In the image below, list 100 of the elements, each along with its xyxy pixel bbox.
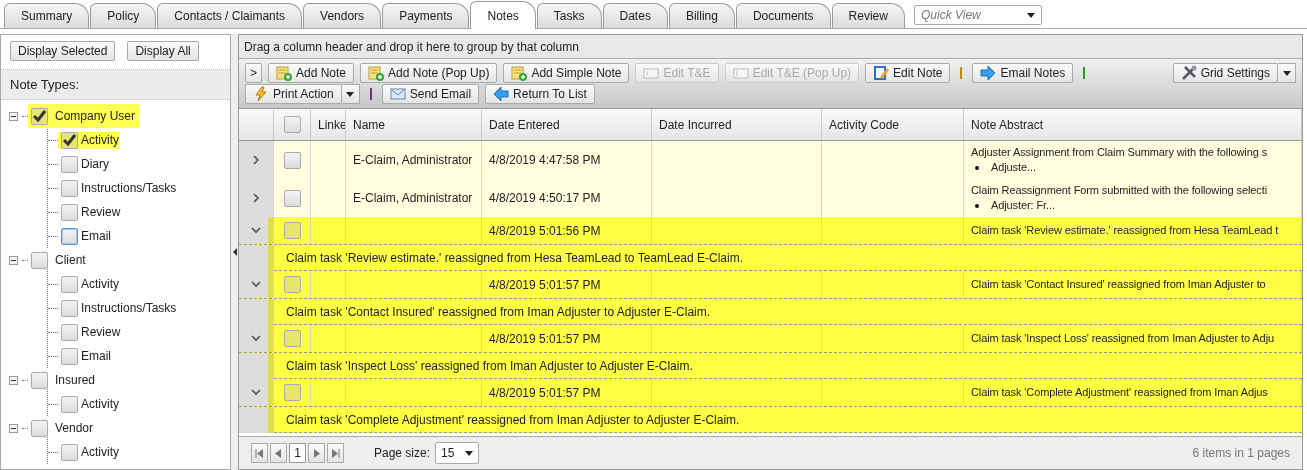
tree-item[interactable]: Activity [81,277,119,291]
page-size-dropdown[interactable]: 15 [435,442,480,464]
collapse-toggle[interactable] [9,423,18,433]
toolbar-button[interactable]: Add Note [268,63,355,83]
checkbox[interactable] [283,384,301,401]
grid-settings-button[interactable]: Grid Settings [1172,63,1278,83]
checkbox[interactable] [283,276,301,293]
row-gutter [239,353,274,379]
checkbox[interactable] [31,251,48,269]
check-icon [33,110,46,122]
toolbar-button[interactable]: Add Simple Note [503,63,630,83]
tree-item[interactable]: Instructions/Tasks [81,301,177,315]
checkbox[interactable] [61,323,78,341]
collapse-toggle[interactable] [9,111,18,121]
tree-item[interactable]: Vendor [51,416,98,440]
column-header[interactable]: Activity Code [822,109,964,140]
checkbox[interactable] [61,443,78,461]
first-page-button[interactable] [251,443,268,463]
chevron-down-icon[interactable] [251,335,261,342]
checkbox[interactable] [283,330,301,347]
display-button[interactable]: Display Selected [10,41,116,61]
next-page-icon [312,448,321,458]
table-row[interactable]: E-Claim, Administrator 4/8/2019 4:50:17 PM Claim Reassignment Form submitted with the following selecti Adjuster: Fr... [239,179,1302,217]
checkbox[interactable] [283,116,301,133]
checkbox[interactable] [61,155,78,173]
checkbox[interactable] [61,299,78,317]
tab[interactable]: Contacts / Claimants [157,3,303,28]
chevron-down-icon[interactable] [251,227,261,234]
last-page-icon [331,448,340,458]
toolbar-button[interactable]: Send Email [381,84,480,104]
envelope-icon [389,86,406,102]
tree-item[interactable]: Email [81,229,111,243]
table-cell: Claim task 'Complete Adjustment' reassigned from Iman Adjus [971,385,1268,400]
chevron-down-icon[interactable] [251,281,261,288]
dropdown-button[interactable] [1278,63,1296,83]
checkbox[interactable] [283,151,301,169]
table-row[interactable]: 4/8/2019 5:01:56 PM Claim task 'Review estimate.' reassigned from Hesa TeamLead t [239,217,1302,245]
collapse-toggle[interactable] [9,255,18,265]
column-header[interactable]: Date Entered [482,109,652,140]
tree-item[interactable]: Instructions/Tasks [81,181,177,195]
table-row[interactable]: 4/8/2019 5:01:57 PM Claim task 'Inspect Loss' reassigned from Iman Adjuster to Adju [239,325,1302,353]
toolbar-button[interactable]: Return To List [485,84,595,104]
tree-item[interactable]: Review [81,205,121,219]
tree-item[interactable]: Activity [81,397,119,411]
print-action-button[interactable]: Print Action [245,84,342,104]
expand-toolbar-button[interactable]: > [245,63,262,83]
chevron-right-icon[interactable] [252,155,260,165]
previous-page-button[interactable] [270,443,287,463]
column-header[interactable]: Name [346,109,482,140]
tree-item[interactable]: Review [81,325,121,339]
display-button[interactable]: Display All [127,41,199,61]
dropdown-button[interactable] [341,84,360,104]
tab[interactable]: Billing [668,3,735,28]
previous-page-icon [274,448,283,458]
check-icon [63,134,76,146]
column-header[interactable]: Note Abstract [964,109,1302,140]
toolbar-button[interactable]: Email Notes [972,63,1074,83]
tab[interactable]: Review [831,3,905,28]
checkbox[interactable] [31,107,48,125]
tree-item[interactable]: Client [51,248,90,272]
tree-item[interactable]: Email [81,349,111,363]
tab[interactable]: Vendors [303,3,382,28]
tab[interactable]: Documents [735,3,831,28]
toolbar-button[interactable]: Edit Note [865,63,951,83]
last-page-button[interactable] [327,443,344,463]
checkbox[interactable] [283,222,301,239]
tree-item[interactable]: Activity [81,445,119,459]
checkbox[interactable] [61,203,78,221]
tab[interactable]: Tasks [536,3,602,28]
table-row[interactable]: 4/8/2019 5:01:57 PM Claim task 'Contact Insured' reassigned from Iman Adjuster to [239,271,1302,299]
tab[interactable]: Summary [4,3,90,28]
edit-note-icon [873,65,890,81]
tree-item[interactable]: Diary [81,157,109,171]
tab[interactable]: Policy [90,3,157,28]
collapse-toggle[interactable] [9,375,18,385]
page-number[interactable]: 1 [289,443,306,463]
table-cell: E-Claim, Administrator [353,191,473,205]
checkbox[interactable] [31,419,48,437]
table-row[interactable]: E-Claim, Administrator 4/8/2019 4:47:58 PM Adjuster Assignment from Claim Summary with the following s Adjuste... [239,141,1302,179]
checkbox[interactable] [61,131,78,149]
toolbar-button[interactable]: Add Note (Pop Up) [360,63,498,83]
column-header[interactable]: Date Incurred [652,109,822,140]
table-cell: 4/8/2019 4:50:17 PM [489,191,601,205]
checkbox[interactable] [31,371,48,389]
chevron-down-icon[interactable] [251,389,261,396]
tab[interactable]: Notes [470,1,536,29]
chevron-right-icon[interactable] [252,193,260,203]
checkbox[interactable] [61,179,78,197]
checkbox[interactable] [61,395,78,413]
checkbox[interactable] [61,347,78,365]
tab[interactable]: Payments [382,3,470,28]
tree-item[interactable]: Insured [51,368,100,392]
checkbox[interactable] [61,227,78,245]
table-cell: Adjuster Assignment from Claim Summary with the following s [971,145,1268,160]
quick-view-field[interactable]: Quick View [913,5,1042,25]
checkbox[interactable] [61,275,78,293]
next-page-button[interactable] [308,443,325,463]
tab[interactable]: Dates [602,3,668,28]
checkbox[interactable] [283,189,301,207]
table-row[interactable]: 4/8/2019 5:01:57 PM Claim task 'Complete Adjustment' reassigned from Iman Adjus [239,379,1302,407]
